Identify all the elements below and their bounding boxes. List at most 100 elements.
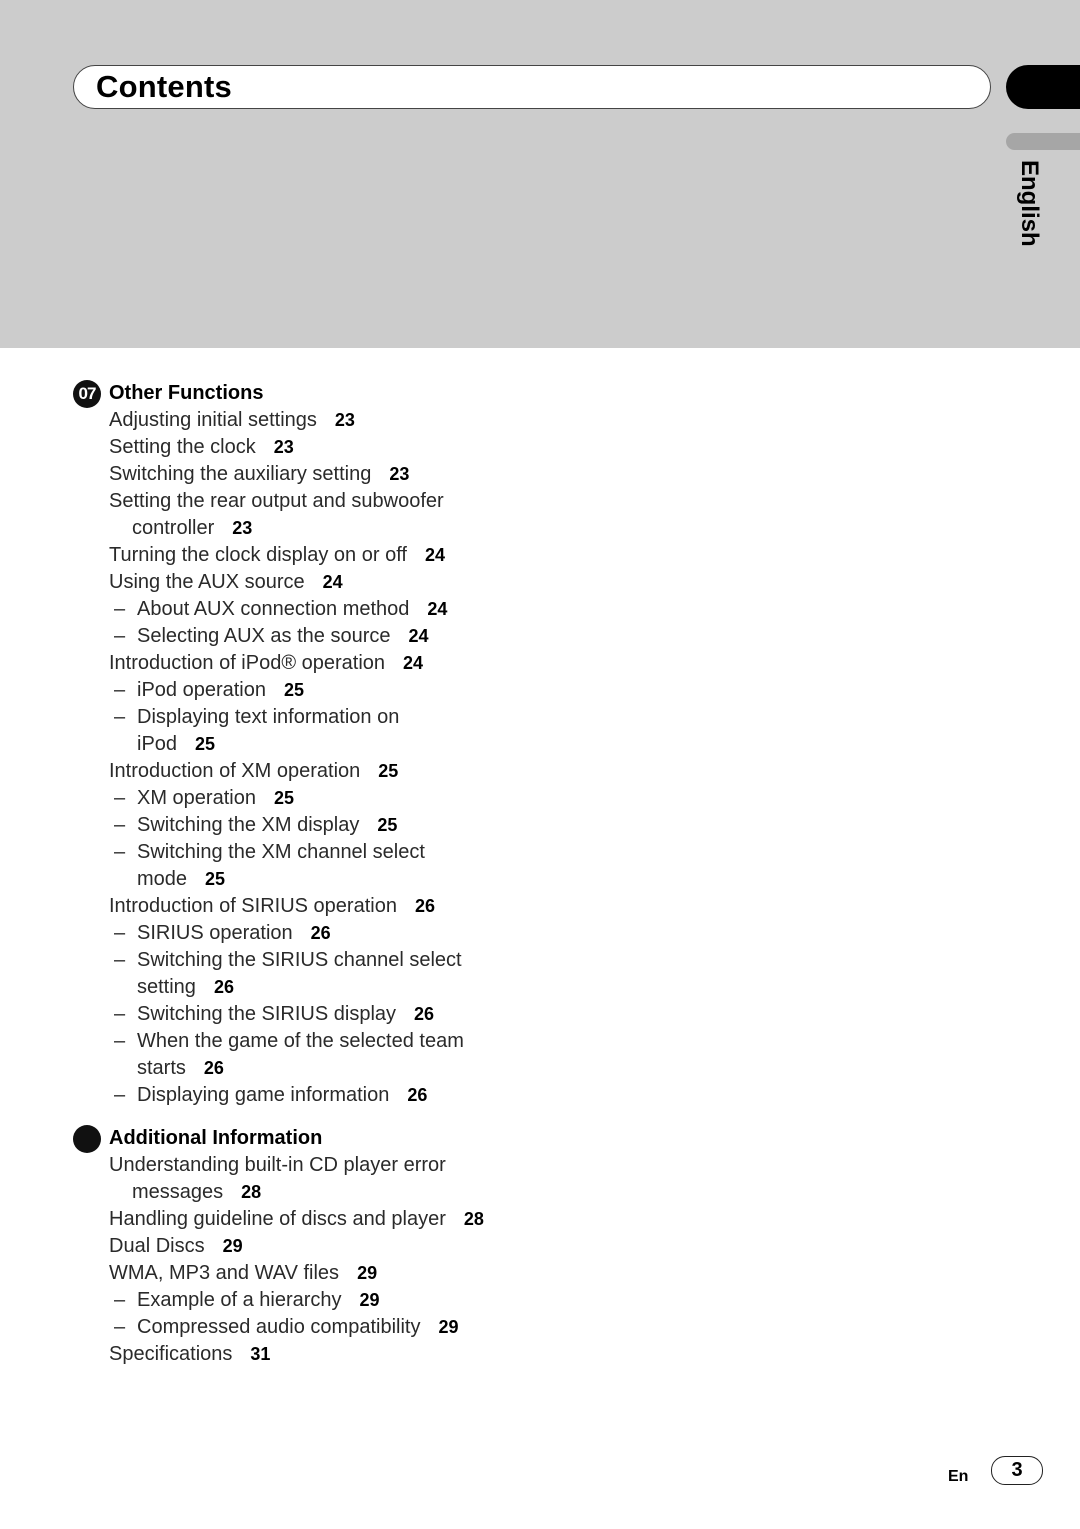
toc-entry-title: Compressed audio compatibility: [137, 1316, 421, 1338]
toc-entry-title: Specifications: [109, 1343, 233, 1365]
toc-entry[interactable]: Understanding built-in CD player error me…: [109, 1152, 484, 1206]
toc-entries: Understanding built-in CD player error me…: [109, 1152, 484, 1368]
toc-page-number: 26: [407, 1085, 428, 1105]
toc-entry[interactable]: Specifications 31: [109, 1341, 484, 1368]
toc-page-number: 23: [232, 518, 253, 538]
chapter-badge: 07: [73, 379, 101, 408]
toc-entry[interactable]: Introduction of iPod® operation 24: [109, 650, 464, 677]
toc-entry-title: Introduction of XM operation: [109, 760, 361, 782]
toc-page-number: 24: [427, 599, 448, 619]
toc-entry-title: Switching the auxiliary setting: [109, 463, 372, 485]
toc-entry-title: Dual Discs: [109, 1235, 205, 1257]
toc-page-number: 23: [334, 410, 355, 430]
language-tab-marker: [1006, 133, 1080, 150]
toc-page-number: 26: [414, 1004, 435, 1024]
toc-section-other-functions: 07 Other Functions Adjusting initial set…: [73, 379, 464, 1109]
toc-entries: Adjusting initial settings 23 Setting the …: [109, 407, 464, 1109]
toc-entry-title: Switching the SIRIUS display: [137, 1003, 397, 1025]
dash-bullet: –: [114, 1003, 126, 1025]
dash-bullet: –: [114, 1030, 126, 1052]
toc-entry[interactable]: – Displaying text information on iPod 25: [109, 704, 464, 758]
toc-page-number: 26: [203, 1058, 224, 1078]
toc-section-additional-information: Additional Information Understanding bui…: [73, 1124, 484, 1368]
toc-page-number: 24: [322, 572, 343, 592]
toc-entry-title: iPod operation: [137, 679, 266, 701]
toc-page-number: 31: [250, 1344, 271, 1364]
toc-page-number: 26: [213, 977, 234, 997]
section-heading: Additional Information: [73, 1124, 484, 1153]
toc-entry-title: Setting the rear output and subwoofer: [109, 490, 444, 512]
toc-page-number: 26: [414, 896, 435, 916]
page-number: 3: [991, 1456, 1043, 1485]
toc-entry-title: Handling guideline of discs and player: [109, 1208, 446, 1230]
toc-page-number: 29: [359, 1290, 380, 1310]
toc-entry-continuation: mode 25: [137, 866, 464, 893]
toc-entry-continuation: iPod 25: [137, 731, 464, 758]
toc-entry-continuation: starts 26: [137, 1055, 464, 1082]
toc-entry[interactable]: Using the AUX source 24: [109, 569, 464, 596]
toc-page-number: 26: [310, 923, 331, 943]
toc-entry-title: Using the AUX source: [109, 571, 305, 593]
toc-entry-continuation: setting 26: [137, 974, 464, 1001]
toc-page-number: 28: [241, 1182, 262, 1202]
toc-entry-title: Turning the clock display on or off: [109, 544, 407, 566]
toc-entry[interactable]: – Switching the SIRIUS channel select sett…: [109, 947, 464, 1001]
toc-entry[interactable]: – Example of a hierarchy 29: [109, 1287, 484, 1314]
toc-entry[interactable]: – SIRIUS operation 26: [109, 920, 464, 947]
toc-entry[interactable]: – When the game of the selected team start…: [109, 1028, 464, 1082]
dash-bullet: –: [114, 814, 126, 836]
toc-entry[interactable]: Adjusting initial settings 23: [109, 407, 464, 434]
toc-entry[interactable]: – Displaying game information 26: [109, 1082, 464, 1109]
toc-page-number: 25: [377, 815, 398, 835]
toc-entry[interactable]: Introduction of XM operation 25: [109, 758, 464, 785]
toc-page-number: 25: [195, 734, 216, 754]
toc-entry-continuation-text: setting: [137, 976, 196, 998]
toc-entry[interactable]: – About AUX connection method 24: [109, 596, 464, 623]
toc-entry[interactable]: Dual Discs 29: [109, 1233, 484, 1260]
toc-entry[interactable]: – Compressed audio compatibility 29: [109, 1314, 484, 1341]
toc-entry-title: SIRIUS operation: [137, 922, 293, 944]
toc-entry-title: WMA, MP3 and WAV files: [109, 1262, 340, 1284]
toc-entry-title: Switching the XM display: [137, 814, 360, 836]
dash-bullet: –: [114, 1084, 126, 1106]
section-title[interactable]: Additional Information: [109, 1127, 322, 1150]
toc-entry[interactable]: Turning the clock display on or off 24: [109, 542, 464, 569]
toc-entry-title: Displaying text information on: [137, 706, 400, 728]
toc-entry[interactable]: – Switching the XM display 25: [109, 812, 464, 839]
toc-entry[interactable]: Introduction of SIRIUS operation 26: [109, 893, 464, 920]
toc-entry[interactable]: – XM operation 25: [109, 785, 464, 812]
toc-page-number: 25: [283, 680, 305, 700]
toc-entry-title: Selecting AUX as the source: [137, 625, 391, 647]
dash-bullet: –: [114, 679, 126, 701]
toc-entry[interactable]: – Selecting AUX as the source 24: [109, 623, 464, 650]
toc-entry[interactable]: – iPod operation 25: [109, 677, 464, 704]
language-code: En: [948, 1468, 969, 1485]
toc-page-number: 28: [463, 1209, 484, 1229]
toc-entry-continuation-text: messages: [132, 1181, 224, 1203]
toc-entry[interactable]: – Switching the SIRIUS display 26: [109, 1001, 464, 1028]
toc-entry-continuation: messages 28: [109, 1179, 484, 1206]
toc-entry-title: Switching the SIRIUS channel select: [137, 949, 462, 971]
toc-entry[interactable]: Switching the auxiliary setting 23: [109, 461, 464, 488]
toc-entry[interactable]: – Switching the XM channel select mode 25: [109, 839, 464, 893]
section-title[interactable]: Other Functions: [109, 382, 263, 405]
toc-page-number: 29: [357, 1263, 378, 1283]
toc-entry-title: Introduction of SIRIUS operation: [109, 895, 397, 917]
dash-bullet: –: [114, 598, 126, 620]
language-label: English: [1016, 160, 1043, 247]
dash-bullet: –: [114, 949, 126, 971]
toc-entry-continuation-text: mode: [137, 868, 188, 890]
toc-page-number: 23: [389, 464, 410, 484]
toc-entry-continuation: controller 23: [109, 515, 464, 542]
toc-entry[interactable]: Handling guideline of discs and player 28: [109, 1206, 484, 1233]
dash-bullet: –: [114, 706, 126, 728]
toc-entry[interactable]: WMA, MP3 and WAV files 29: [109, 1260, 484, 1287]
section-heading: 07 Other Functions: [73, 379, 464, 408]
toc-entry[interactable]: Setting the clock 23: [109, 434, 464, 461]
toc-entry-title: Adjusting initial settings: [109, 409, 317, 431]
toc-page-number: 24: [403, 653, 424, 673]
toc-entry[interactable]: Setting the rear output and subwoofer con…: [109, 488, 464, 542]
toc-entry-title: Example of a hierarchy: [137, 1289, 342, 1311]
toc-page-number: 25: [273, 788, 294, 808]
toc-page-number: 24: [424, 545, 445, 565]
